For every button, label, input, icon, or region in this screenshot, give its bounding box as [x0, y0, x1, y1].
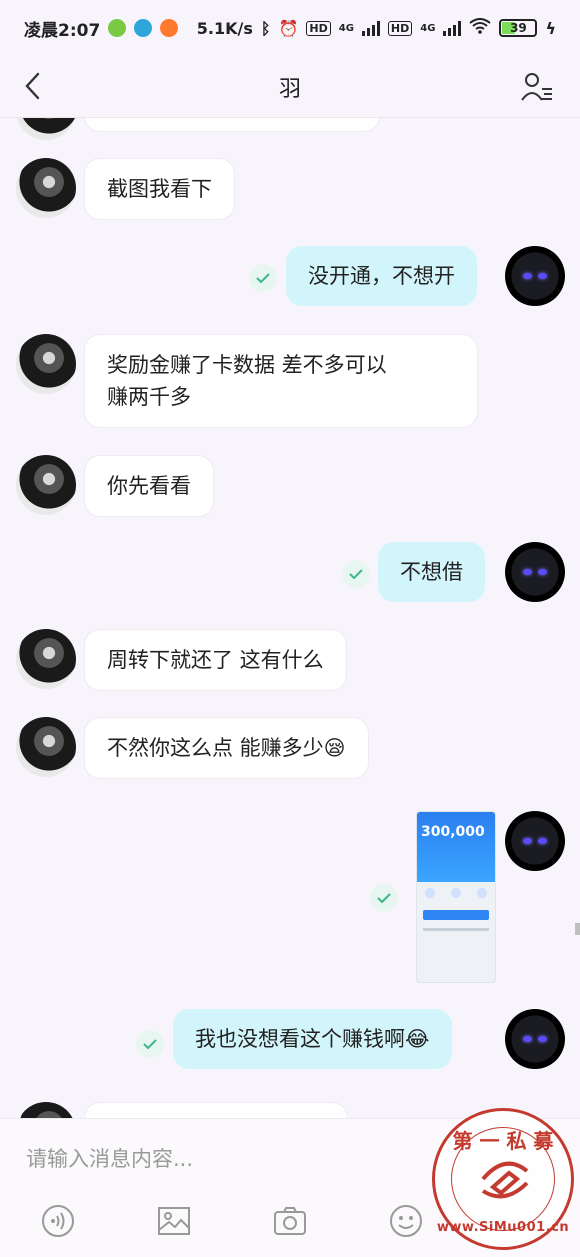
message-bubble[interactable]: 奖励金赚了卡数据 差不多可以 赚两千多	[84, 334, 478, 428]
status-bar: 凌晨2:07 5.1K/s ᛒ ⏰ HD 4G HD 4G 39 ϟ	[0, 0, 580, 56]
avatar-eye	[523, 1036, 532, 1042]
message-bubble[interactable]: 周转下就还了 这有什么	[84, 629, 347, 691]
chat-title: 羽	[278, 76, 301, 102]
battery-level: 39	[510, 21, 527, 35]
image-button-shape	[423, 910, 489, 920]
emoji-button[interactable]	[388, 1203, 424, 1239]
app-notification-icon	[134, 19, 153, 37]
contact-avatar[interactable]	[16, 717, 76, 777]
battery-icon: 39	[499, 19, 538, 37]
voice-icon	[42, 1205, 74, 1237]
my-avatar[interactable]	[505, 246, 565, 306]
back-button[interactable]	[14, 68, 50, 104]
avatar-eye	[523, 838, 532, 844]
status-right: 5.1K/s ᛒ ⏰ HD 4G HD 4G 39 ϟ	[197, 18, 556, 38]
user-profile-icon	[521, 73, 552, 101]
seal-top-text: 第 一 私 募	[452, 1129, 554, 1153]
image-header: 300,000	[417, 812, 495, 882]
hd-badge-1: HD	[306, 20, 331, 36]
avatar-eye	[538, 273, 547, 279]
avatar-eye	[538, 1036, 547, 1042]
image-text-lines	[423, 928, 489, 931]
image-icons-row	[417, 888, 495, 898]
image-message[interactable]: 300,000	[416, 811, 496, 983]
hd-badge-2: HD	[387, 20, 413, 36]
read-check-icon	[342, 560, 370, 588]
image-icon	[158, 1207, 190, 1235]
contact-avatar[interactable]	[16, 629, 76, 689]
profile-button[interactable]	[520, 70, 554, 104]
my-avatar[interactable]	[505, 811, 565, 871]
network-type-1: 4G	[338, 22, 354, 34]
my-avatar[interactable]	[505, 542, 565, 602]
contact-avatar[interactable]	[16, 118, 76, 140]
read-check-icon	[136, 1030, 164, 1058]
chat-area[interactable]: 截图我看下 没开通，不想开 奖励金赚了卡数据 差不多可以 赚两千多 你先看看 不…	[0, 118, 580, 1118]
message-bubble[interactable]: 你先看看	[84, 455, 214, 517]
message-bubble[interactable]: 不想借	[378, 542, 485, 602]
camera-button[interactable]	[272, 1203, 308, 1239]
wechat-notification-icon	[108, 19, 127, 37]
contact-avatar[interactable]	[16, 334, 76, 394]
message-bubble-partial	[84, 118, 380, 132]
message-bubble[interactable]: 没开通，不想开	[286, 246, 477, 306]
contact-avatar[interactable]	[16, 1102, 76, 1118]
message-bubble-partial	[84, 1102, 348, 1118]
message-text-line: 赚两千多	[107, 385, 191, 409]
back-arrow-icon	[25, 72, 40, 100]
avatar-eye	[523, 569, 532, 575]
read-check-icon	[370, 884, 398, 912]
voice-button[interactable]	[40, 1203, 76, 1239]
status-time: 凌晨2:07	[24, 20, 101, 41]
camera-icon	[274, 1207, 306, 1235]
image-amount: 300,000	[421, 824, 485, 840]
chat-header: 羽	[0, 56, 580, 118]
avatar-eye	[538, 569, 547, 575]
message-input[interactable]: 请输入消息内容...	[26, 1143, 193, 1173]
scrollbar[interactable]	[575, 923, 580, 935]
message-bubble[interactable]: 截图我看下	[84, 158, 235, 220]
contact-avatar[interactable]	[16, 158, 76, 218]
network-speed: 5.1K/s	[196, 18, 253, 38]
seal-bottom-text: www.SiMu001.cn	[436, 1220, 570, 1235]
image-button[interactable]	[156, 1203, 192, 1239]
seal-logo-icon	[481, 1161, 529, 1199]
watermark-seal: 第 一 私 募 www.SiMu001.cn	[432, 1108, 574, 1250]
mi-notification-icon	[160, 19, 179, 37]
message-text-line: 奖励金赚了卡数据 差不多可以	[107, 353, 387, 377]
read-check-icon	[249, 264, 277, 292]
alarm-icon: ⏰	[278, 18, 299, 38]
avatar-eye	[523, 273, 532, 279]
signal-icon-1	[361, 20, 380, 36]
contact-avatar[interactable]	[16, 455, 76, 515]
emoji-icon	[390, 1205, 422, 1237]
my-avatar[interactable]	[505, 1009, 565, 1069]
avatar-eye	[538, 838, 547, 844]
wifi-icon	[469, 18, 492, 38]
network-type-2: 4G	[420, 22, 436, 34]
signal-icon-2	[443, 20, 462, 36]
status-left: 凌晨2:07	[24, 16, 179, 41]
message-bubble[interactable]: 不然你这么点 能赚多少😪	[84, 717, 369, 779]
message-bubble[interactable]: 我也没想看这个赚钱啊😂	[173, 1009, 452, 1069]
bluetooth-icon: ᛒ	[260, 18, 271, 38]
charging-icon: ϟ	[545, 18, 556, 38]
